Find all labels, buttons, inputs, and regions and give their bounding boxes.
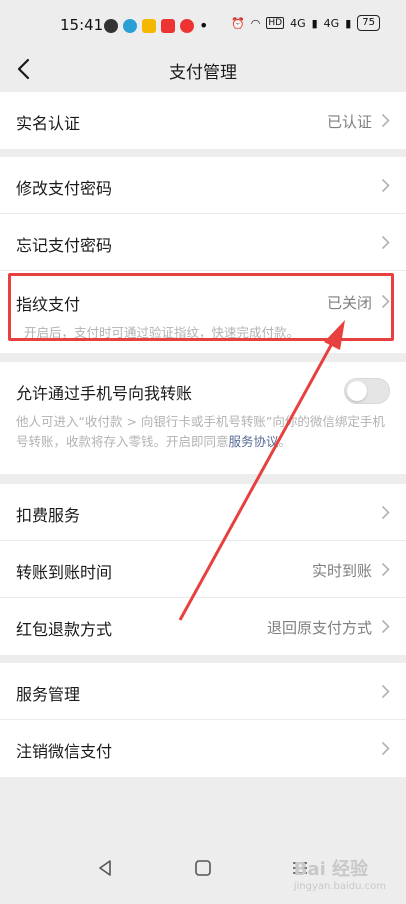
mail-icon bbox=[142, 18, 156, 33]
phone-transfer-toggle[interactable] bbox=[344, 378, 390, 404]
chevron-right-icon bbox=[381, 294, 390, 309]
chevron-right-icon bbox=[381, 178, 390, 193]
row-service-management[interactable]: 服务管理 bbox=[0, 663, 406, 720]
row-deregister-pay[interactable]: 注销微信支付 bbox=[0, 720, 406, 777]
row-label: 指纹支付 bbox=[16, 295, 81, 314]
row-label: 修改支付密码 bbox=[16, 179, 113, 198]
group-password: 修改支付密码 忘记支付密码 指纹支付 已关闭 开启后，支付时可通过验证指纹，快速… bbox=[0, 157, 406, 353]
row-label: 实名认证 bbox=[16, 114, 81, 133]
row-label: 服务管理 bbox=[16, 685, 81, 704]
toggle-knob bbox=[347, 381, 367, 401]
chevron-right-icon bbox=[381, 113, 390, 128]
desc-text: 他人可进入“收付款 > 向银行卡或手机号转账”向你的微信绑定手机号转账，收款将存… bbox=[16, 414, 385, 449]
row-description: 开启后，支付时可通过验证指纹，快速完成付款。 bbox=[24, 325, 300, 340]
group-verification: 实名认证 已认证 bbox=[0, 92, 406, 149]
alarm-icon: ⏰ bbox=[231, 16, 245, 30]
row-fingerprint-pay[interactable]: 指纹支付 已关闭 开启后，支付时可通过验证指纹，快速完成付款。 bbox=[0, 271, 406, 353]
watermark-sub: jingyan.baidu.com bbox=[293, 881, 386, 892]
red-app-icon bbox=[180, 18, 194, 33]
desc-end: 。 bbox=[278, 434, 292, 449]
watermark-text: Bai 经验 bbox=[293, 859, 369, 880]
row-label: 转账到账时间 bbox=[16, 563, 113, 582]
row-forgot-password[interactable]: 忘记支付密码 bbox=[0, 214, 406, 271]
status-bar: 15:41 • ⏰ ◠ HD 4G ▮ 4G ▮ 75 bbox=[0, 0, 406, 48]
row-label: 允许通过手机号向我转账 bbox=[16, 384, 193, 403]
row-deduction-service[interactable]: 扣费服务 bbox=[0, 484, 406, 541]
chevron-right-icon bbox=[381, 619, 390, 634]
notification-icons: • bbox=[104, 16, 208, 35]
news-icon bbox=[161, 18, 175, 33]
row-transfer-time[interactable]: 转账到账时间 实时到账 bbox=[0, 541, 406, 598]
chevron-right-icon bbox=[381, 505, 390, 520]
row-description: 他人可进入“收付款 > 向银行卡或手机号转账”向你的微信绑定手机号转账，收款将存… bbox=[16, 412, 388, 452]
chevron-right-icon bbox=[381, 741, 390, 756]
nav-bar: 支付管理 bbox=[0, 48, 406, 92]
row-value: 已认证 bbox=[326, 113, 372, 131]
telegram-icon bbox=[123, 18, 137, 33]
chevron-right-icon bbox=[381, 684, 390, 699]
row-value: 退回原支付方式 bbox=[266, 619, 372, 637]
page-title: 支付管理 bbox=[169, 63, 237, 83]
row-change-password[interactable]: 修改支付密码 bbox=[0, 157, 406, 214]
watermark: Bai 经验 jingyan.baidu.com bbox=[294, 855, 386, 892]
row-label: 红包退款方式 bbox=[16, 620, 113, 639]
hd-icon: HD bbox=[266, 17, 285, 29]
signal-icon-2: ▮ bbox=[345, 16, 352, 30]
signal-label-2: 4G bbox=[323, 16, 340, 30]
row-redpacket-refund[interactable]: 红包退款方式 退回原支付方式 bbox=[0, 598, 406, 655]
row-label: 扣费服务 bbox=[16, 506, 81, 525]
group-phone-transfer: 允许通过手机号向我转账 他人可进入“收付款 > 向银行卡或手机号转账”向你的微信… bbox=[0, 362, 406, 474]
back-triangle-icon[interactable] bbox=[96, 858, 116, 878]
battery-icon: 75 bbox=[357, 15, 380, 31]
wechat-icon bbox=[104, 18, 118, 33]
chevron-right-icon bbox=[381, 562, 390, 577]
row-value: 已关闭 bbox=[326, 294, 372, 312]
status-time: 15:41 bbox=[60, 16, 104, 34]
row-label: 忘记支付密码 bbox=[16, 236, 113, 255]
system-nav-bar: Bai 经验 jingyan.baidu.com bbox=[0, 844, 406, 904]
group-management: 服务管理 注销微信支付 bbox=[0, 663, 406, 777]
status-right: ⏰ ◠ HD 4G ▮ 4G ▮ 75 bbox=[231, 15, 380, 31]
home-square-icon[interactable] bbox=[193, 858, 213, 878]
group-services: 扣费服务 转账到账时间 实时到账 红包退款方式 退回原支付方式 bbox=[0, 484, 406, 655]
wifi-icon: ◠ bbox=[250, 16, 261, 30]
signal-label-1: 4G bbox=[290, 16, 306, 30]
row-label: 注销微信支付 bbox=[16, 742, 113, 761]
service-agreement-link[interactable]: 服务协议 bbox=[229, 434, 279, 449]
row-real-name[interactable]: 实名认证 已认证 bbox=[0, 92, 406, 149]
signal-icon: ▮ bbox=[311, 16, 318, 30]
row-value: 实时到账 bbox=[311, 562, 372, 580]
chevron-right-icon bbox=[381, 235, 390, 250]
dot-icon: • bbox=[199, 16, 209, 35]
